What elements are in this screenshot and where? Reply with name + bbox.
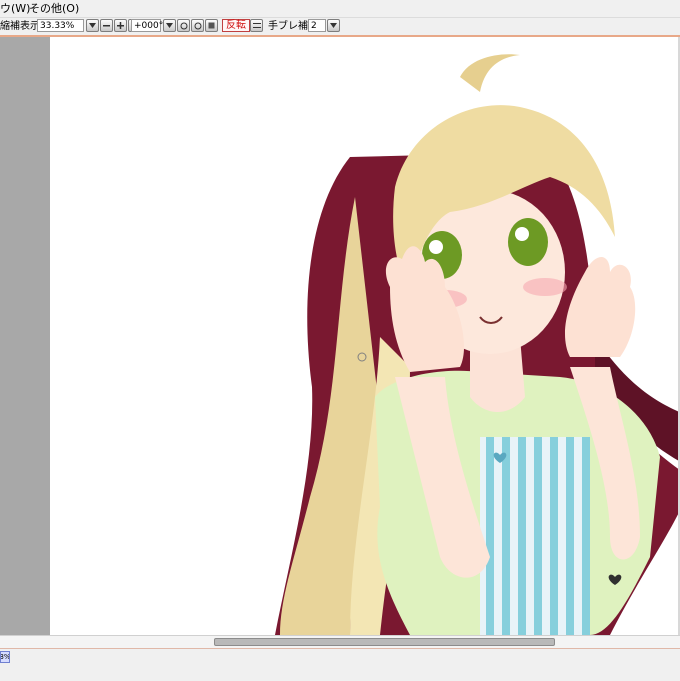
rotate-left-button[interactable]	[177, 19, 190, 32]
chevron-down-icon	[89, 23, 96, 28]
zoom-out-button[interactable]	[100, 19, 113, 32]
rotate-right-button[interactable]	[191, 19, 204, 32]
plus-icon	[117, 22, 124, 29]
chevron-down-icon	[330, 23, 337, 28]
chevron-down-icon	[166, 23, 173, 28]
zoom-in-button[interactable]	[114, 19, 127, 32]
horizontal-scrollbar[interactable]	[0, 635, 680, 648]
stabilizer-toggle-button[interactable]	[250, 19, 263, 32]
menu-item-other[interactable]: その他(O)	[29, 2, 79, 15]
stabilizer-dropdown-button[interactable]	[327, 19, 340, 32]
menu-item-window[interactable]: ウ(W)	[0, 2, 30, 15]
stabilizer-field[interactable]: 2	[308, 19, 326, 32]
scrollbar-thumb[interactable]	[214, 638, 555, 646]
minus-icon	[103, 25, 110, 27]
rotate-right-icon	[194, 22, 201, 29]
status-zoom-text: 33%	[0, 653, 10, 661]
left-panel	[0, 37, 50, 635]
zoom-dropdown-button[interactable]	[86, 19, 99, 32]
view-label: 縮補表示	[0, 21, 40, 32]
reset-icon	[208, 22, 215, 29]
flip-button[interactable]: 反転	[222, 19, 250, 32]
lines-icon	[252, 23, 261, 28]
rotation-reset-button[interactable]	[205, 19, 218, 32]
rotate-left-icon	[180, 22, 187, 29]
status-bar: 33%	[0, 648, 680, 681]
drawing-canvas[interactable]	[50, 37, 680, 635]
view-toolbar: 縮補表示 33.33% +000° 反転 手ブレ補正 2	[0, 18, 680, 36]
menu-bar: ウ(W) その他(O)	[0, 0, 680, 18]
status-zoom-box[interactable]: 33%	[0, 651, 10, 663]
rotation-field[interactable]: +000°	[131, 19, 163, 32]
rotation-dropdown-button[interactable]	[163, 19, 176, 32]
illustration-image	[275, 54, 680, 635]
zoom-field[interactable]: 33.33%	[37, 19, 84, 32]
